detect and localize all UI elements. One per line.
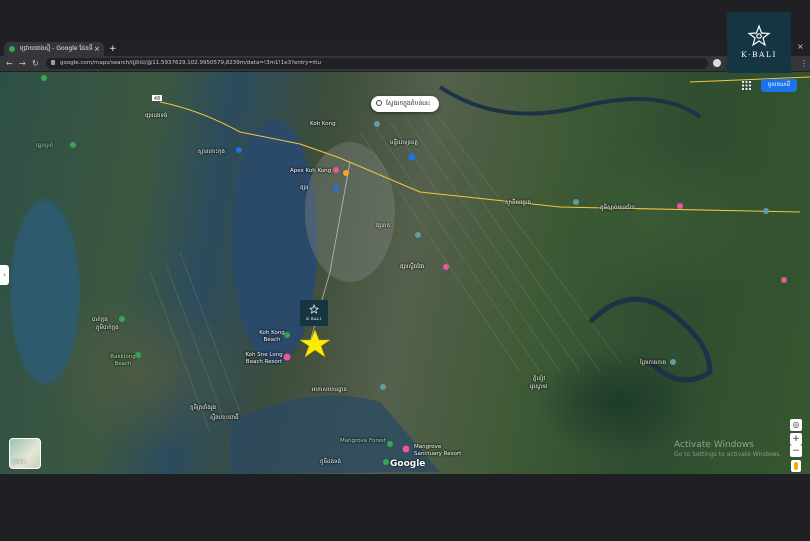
map-label[interactable]: ភូមិស្មាច់មានជ័យ	[600, 204, 635, 212]
tab-close-icon[interactable]: ×	[94, 42, 100, 56]
kbali-logo: K·BALI	[727, 12, 791, 73]
my-location-icon[interactable]: ◎	[790, 419, 802, 431]
kbali-badge-text: K·BALI	[306, 317, 322, 321]
map-label[interactable]: មន្ទីរពេទ្យខេត្ត	[390, 139, 418, 147]
route-48-text: 48	[154, 96, 160, 102]
map-label[interactable]: ភូមិត្រពាំងរូង	[190, 404, 216, 412]
zoom-out-button[interactable]: −	[790, 445, 802, 457]
kbali-logo-text: K·BALI	[741, 50, 777, 59]
map-label[interactable]: ស្ពានកោះកុង	[198, 148, 225, 156]
place-label-bakklong-beach[interactable]: Bakklong Beach	[106, 354, 140, 368]
layers-label: ស្រទាប់	[13, 460, 26, 465]
browser-menu-icon[interactable]: ⋮	[800, 57, 808, 70]
lotus-logo-icon	[747, 24, 771, 47]
address-bar[interactable]: google.com/maps/search/ជ្រោយ/@11.5937629…	[46, 58, 708, 69]
map-label[interactable]: អាកាសយានដ្ឋាន	[312, 386, 347, 394]
river	[588, 296, 713, 383]
sign-in-button[interactable]: ចូលគណនី	[761, 79, 797, 92]
road-48	[159, 101, 801, 213]
map-label[interactable]: ផ្សារដងទង់	[145, 112, 168, 120]
tab-bar	[0, 40, 810, 56]
map-label[interactable]: ឆ្នេរខ្សាច់	[36, 142, 53, 150]
map-label[interactable]: ស្ទឹងកោះពោធិ៍	[210, 414, 239, 422]
map-label[interactable]: ភូមិបាក់ក្លង	[96, 324, 119, 332]
map-label[interactable]: ភូមិដងទង់	[320, 458, 341, 466]
layers-button[interactable]: ស្រទាប់	[9, 438, 41, 469]
map-label[interactable]: ផ្សារ	[300, 184, 309, 192]
lock-icon[interactable]	[51, 60, 55, 65]
map-label[interactable]: ស្ថានីយប្រេង	[505, 199, 531, 207]
farmland-texture	[149, 111, 621, 433]
place-label-mangrove-sanctuary[interactable]: Mangrove Sanctuary Resort	[414, 444, 466, 458]
search-this-area-label: ស្វែងរកក្នុងតំបន់នេះ	[386, 100, 431, 107]
side-panel-toggle-icon[interactable]: ›	[0, 265, 9, 285]
maps-favicon-icon	[9, 46, 15, 52]
map-overlay: 48	[41, 75, 810, 474]
window-close-icon[interactable]: ×	[797, 42, 804, 51]
satellite-map[interactable]: 48 Koh Kong Apex Koh Kong Koh Kong Beach…	[0, 72, 810, 474]
place-label-koh-kong[interactable]: Koh Kong	[310, 121, 336, 127]
extension-icon[interactable]	[713, 59, 721, 67]
map-label[interactable]: ព្រៃកោងកាង	[640, 359, 666, 367]
forward-icon[interactable]: →	[19, 57, 26, 70]
reload-icon[interactable]: ↻	[32, 57, 39, 70]
highlight-star-icon	[299, 329, 331, 358]
back-icon[interactable]: ←	[6, 57, 13, 70]
map-label[interactable]: ភ្នំខៀវ	[533, 375, 545, 383]
kbali-map-badge: K·BALI	[300, 300, 328, 326]
place-label-apex[interactable]: Apex Koh Kong	[290, 168, 331, 174]
search-icon	[376, 100, 382, 106]
activate-windows-title: Activate Windows	[674, 440, 754, 450]
zoom-in-button[interactable]: +	[790, 433, 802, 445]
place-label-koh-kong-beach[interactable]: Koh Kong Beach	[256, 330, 288, 344]
url-text: google.com/maps/search/ជ្រោយ/@11.5937629…	[60, 60, 321, 66]
map-label[interactable]: វត្តនាគ	[376, 222, 390, 230]
place-label-koh-sne-long[interactable]: Koh Sne Long Beach Resort	[243, 352, 285, 366]
new-tab-button[interactable]: +	[109, 42, 117, 56]
map-label[interactable]: ផ្សារស្ទឹងវែង	[400, 263, 424, 271]
activate-windows-subtitle: Go to Settings to activate Windows.	[674, 451, 782, 458]
street-view-pegman-icon[interactable]	[791, 460, 801, 472]
place-label-mangrove-forest[interactable]: Mangrove Forest	[340, 438, 386, 444]
google-watermark: Google	[390, 459, 426, 469]
apps-grid-icon[interactable]	[742, 81, 751, 90]
map-label[interactable]: បាក់ក្លង	[92, 316, 108, 324]
tab-title: ជ្រោយរោងស្មី - Google ផែនទី	[20, 45, 93, 52]
lotus-icon	[309, 304, 319, 314]
map-label[interactable]: អូរស្វាយ	[530, 383, 547, 391]
river-north	[438, 85, 702, 119]
search-this-area-button[interactable]: ស្វែងរកក្នុងតំបន់នេះ	[371, 96, 439, 112]
browser-tab[interactable]: ជ្រោយរោងស្មី - Google ផែនទី	[4, 42, 104, 56]
